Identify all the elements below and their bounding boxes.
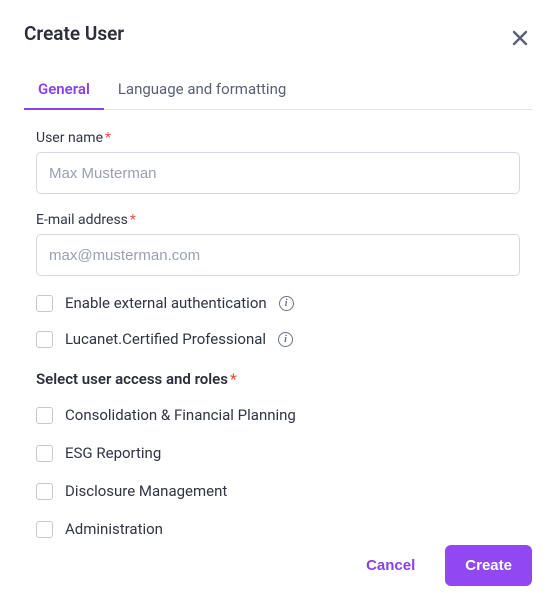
certified-checkbox[interactable] xyxy=(36,331,53,348)
certified-label: Lucanet.Certified Professional xyxy=(65,330,266,348)
role-label: Consolidation & Financial Planning xyxy=(65,406,296,424)
tab-language-formatting[interactable]: Language and formatting xyxy=(104,72,300,110)
modal-title: Create User xyxy=(24,22,124,45)
info-icon[interactable]: i xyxy=(279,296,294,311)
required-mark: * xyxy=(230,370,237,388)
roles-heading: Select user access and roles* xyxy=(36,370,520,388)
form-body: User name* E-mail address* Enable extern… xyxy=(24,110,532,538)
external-auth-label: Enable external authentication xyxy=(65,294,267,312)
email-input[interactable] xyxy=(36,234,520,276)
external-auth-checkbox[interactable] xyxy=(36,295,53,312)
option-certified: Lucanet.Certified Professional i xyxy=(36,330,520,348)
username-label: User name* xyxy=(36,130,520,146)
role-esg-reporting: ESG Reporting xyxy=(36,444,520,462)
role-checkbox[interactable] xyxy=(36,483,53,500)
required-mark: * xyxy=(105,130,111,146)
role-disclosure-management: Disclosure Management xyxy=(36,482,520,500)
username-label-text: User name xyxy=(36,130,103,146)
field-username: User name* xyxy=(36,130,520,194)
cancel-button[interactable]: Cancel xyxy=(360,556,421,575)
tab-bar: General Language and formatting xyxy=(24,72,532,110)
role-label: Disclosure Management xyxy=(65,482,227,500)
create-button[interactable]: Create xyxy=(445,545,532,586)
option-external-auth: Enable external authentication i xyxy=(36,294,520,312)
field-email: E-mail address* xyxy=(36,212,520,276)
role-checkbox[interactable] xyxy=(36,445,53,462)
info-icon[interactable]: i xyxy=(278,332,293,347)
role-consolidation: Consolidation & Financial Planning xyxy=(36,406,520,424)
modal-header: Create User xyxy=(24,22,532,50)
tab-general[interactable]: General xyxy=(24,72,104,110)
role-label: ESG Reporting xyxy=(65,444,161,462)
create-user-modal: Create User General Language and formatt… xyxy=(0,0,556,604)
close-icon[interactable] xyxy=(508,26,532,50)
required-mark: * xyxy=(130,212,136,228)
role-administration: Administration xyxy=(36,520,520,538)
roles-list: Consolidation & Financial Planning ESG R… xyxy=(36,406,520,538)
email-label-text: E-mail address xyxy=(36,212,128,228)
email-label: E-mail address* xyxy=(36,212,520,228)
username-input[interactable] xyxy=(36,152,520,194)
role-label: Administration xyxy=(65,520,163,538)
roles-heading-text: Select user access and roles xyxy=(36,370,228,388)
role-checkbox[interactable] xyxy=(36,407,53,424)
role-checkbox[interactable] xyxy=(36,521,53,538)
modal-footer: Cancel Create xyxy=(360,545,532,586)
